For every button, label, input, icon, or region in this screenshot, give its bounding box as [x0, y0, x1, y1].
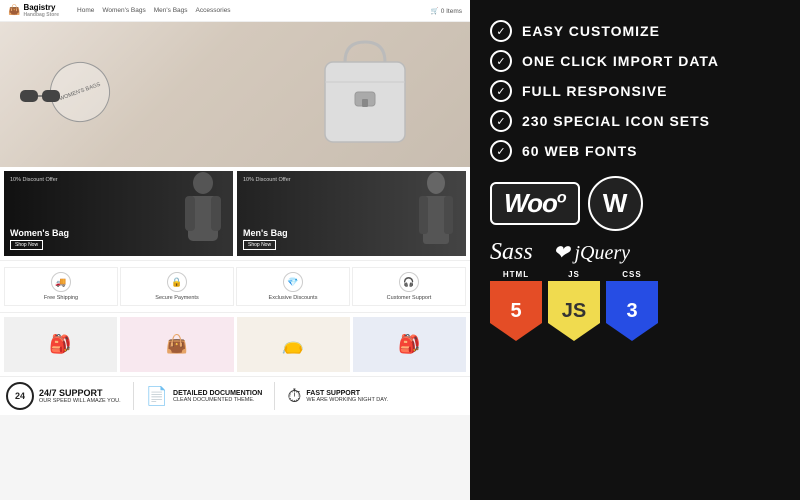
promo-man-svg	[411, 171, 461, 256]
preview-header: 👜 Bagistry Handbag Store Home Women's Ba…	[0, 0, 470, 22]
promo-person-svg	[178, 171, 228, 256]
preview-promos: 10% Discount Offer Women's Bag Shop Now …	[0, 167, 470, 260]
js-badge-block: JS JS	[548, 270, 600, 341]
feature-label-3: FULL RESPONSIVE	[522, 83, 667, 99]
feature-label-5: 60 WEB FONTS	[522, 143, 637, 159]
preview-cart[interactable]: 🛒 0 Items	[431, 7, 462, 15]
fast-support-text: FAST SUPPORT WE ARE WORKING NIGHT DAY.	[306, 390, 388, 403]
secure-icon: 🔒	[167, 272, 187, 292]
discount-icon: 💎	[283, 272, 303, 292]
nav-womens[interactable]: Women's Bags	[102, 7, 145, 14]
product-thumb-2: 👜	[120, 317, 233, 372]
check-icon-3: ✓	[490, 80, 512, 102]
divider-2	[274, 382, 275, 410]
feature-responsive: ✓ FULL RESPONSIVE	[490, 80, 780, 102]
promo-box-mens: 10% Discount Offer Men's Bag Shop Now	[237, 171, 466, 256]
hero-bag-svg	[300, 27, 430, 162]
logo-text-block: Bagistry Handbag Store	[23, 3, 59, 18]
product-thumb-3: 👝	[237, 317, 350, 372]
preview-products: 🎒 👜 👝 🎒	[0, 313, 470, 376]
feature-label-2: ONE CLICK IMPORT DATA	[522, 53, 719, 69]
preview-hero: WOMEN'S BAGS	[0, 22, 470, 167]
shipping-icon: 🚚	[51, 272, 71, 292]
check-icon-5: ✓	[490, 140, 512, 162]
nav-home[interactable]: Home	[77, 7, 94, 14]
clock-icon: ⏱	[287, 386, 301, 407]
feature-web-fonts: ✓ 60 WEB FONTS	[490, 140, 780, 162]
support-24-circle: 24	[6, 382, 34, 410]
doc-icon: 📄	[146, 386, 168, 407]
feature-exclusive-discounts: 💎 Exclusive Discounts	[236, 267, 350, 306]
feature-one-click: ✓ ONE CLICK IMPORT DATA	[490, 50, 780, 72]
sass-jquery-row: Sass ❤ jQuery	[490, 239, 780, 266]
html5-shield: 5	[490, 281, 542, 341]
promo-mens-text: 10% Discount Offer Men's Bag Shop Now	[243, 228, 288, 250]
nav-accessories[interactable]: Accessories	[196, 7, 231, 14]
product-thumb-4: 🎒	[353, 317, 466, 372]
check-icon-2: ✓	[490, 50, 512, 72]
html5-badge-block: HTML 5	[490, 270, 542, 341]
logo-sub: Handbag Store	[23, 12, 59, 18]
promo-mens-btn[interactable]: Shop Now	[243, 240, 276, 250]
logo-name: Bagistry	[23, 3, 59, 12]
right-panel: ✓ EASY CUSTOMIZE ✓ ONE CLICK IMPORT DATA…	[470, 0, 800, 500]
preview-logo: 👜 Bagistry Handbag Store	[8, 3, 59, 18]
check-icon-4: ✓	[490, 110, 512, 132]
left-panel: 👜 Bagistry Handbag Store Home Women's Ba…	[0, 0, 470, 500]
woo-logo: Wooo	[490, 182, 580, 225]
feature-icon-sets: ✓ 230 SPECIAL ICON SETS	[490, 110, 780, 132]
wp-logo: W	[588, 176, 643, 231]
nav-mens[interactable]: Men's Bags	[154, 7, 188, 14]
jquery-logo: ❤ jQuery	[553, 240, 630, 265]
divider-1	[133, 382, 134, 410]
js-shield: JS	[548, 281, 600, 341]
detailed-doc: 📄 DETAILED DOCUMENTION CLEAN DOCUMENTED …	[146, 386, 263, 407]
feature-label-4: 230 SPECIAL ICON SETS	[522, 113, 710, 129]
hero-sunglasses-svg	[20, 87, 65, 107]
tech-badges-row: HTML 5 JS JS CSS 3	[490, 270, 780, 341]
product-thumb-1: 🎒	[4, 317, 117, 372]
check-icon-1: ✓	[490, 20, 512, 42]
sass-logo: Sass	[490, 239, 533, 266]
bag-icon: 👜	[8, 5, 20, 16]
fast-support: ⏱ FAST SUPPORT WE ARE WORKING NIGHT DAY.	[287, 386, 388, 407]
support-icon: 🎧	[399, 272, 419, 292]
feature-secure-payments: 🔒 Secure Payments	[120, 267, 234, 306]
promo-womens-btn[interactable]: Shop Now	[10, 240, 43, 250]
promo-box-womens: 10% Discount Offer Women's Bag Shop Now	[4, 171, 233, 256]
doc-text: DETAILED DOCUMENTION CLEAN DOCUMENTED TH…	[173, 390, 262, 403]
css3-shield: 3	[606, 281, 658, 341]
promo-womens-text: 10% Discount Offer Women's Bag Shop Now	[10, 228, 69, 250]
support-247-text: 24/7 SUPPORT OUR SPEED WILL AMAZE YOU.	[39, 388, 121, 404]
feature-label-1: EASY CUSTOMIZE	[522, 23, 660, 39]
site-preview: 👜 Bagistry Handbag Store Home Women's Ba…	[0, 0, 470, 500]
tech-logos: Wooo W	[490, 176, 780, 231]
css3-badge-block: CSS 3	[606, 270, 658, 341]
feature-easy-customize: ✓ EASY CUSTOMIZE	[490, 20, 780, 42]
preview-bottom: 24 24/7 SUPPORT OUR SPEED WILL AMAZE YOU…	[0, 376, 470, 415]
preview-nav: Home Women's Bags Men's Bags Accessories	[77, 7, 231, 14]
preview-features: 🚚 Free Shipping 🔒 Secure Payments 💎 Excl…	[0, 260, 470, 313]
feature-customer-support: 🎧 Customer Support	[352, 267, 466, 306]
support-247: 24 24/7 SUPPORT OUR SPEED WILL AMAZE YOU…	[6, 382, 121, 410]
feature-free-shipping: 🚚 Free Shipping	[4, 267, 118, 306]
